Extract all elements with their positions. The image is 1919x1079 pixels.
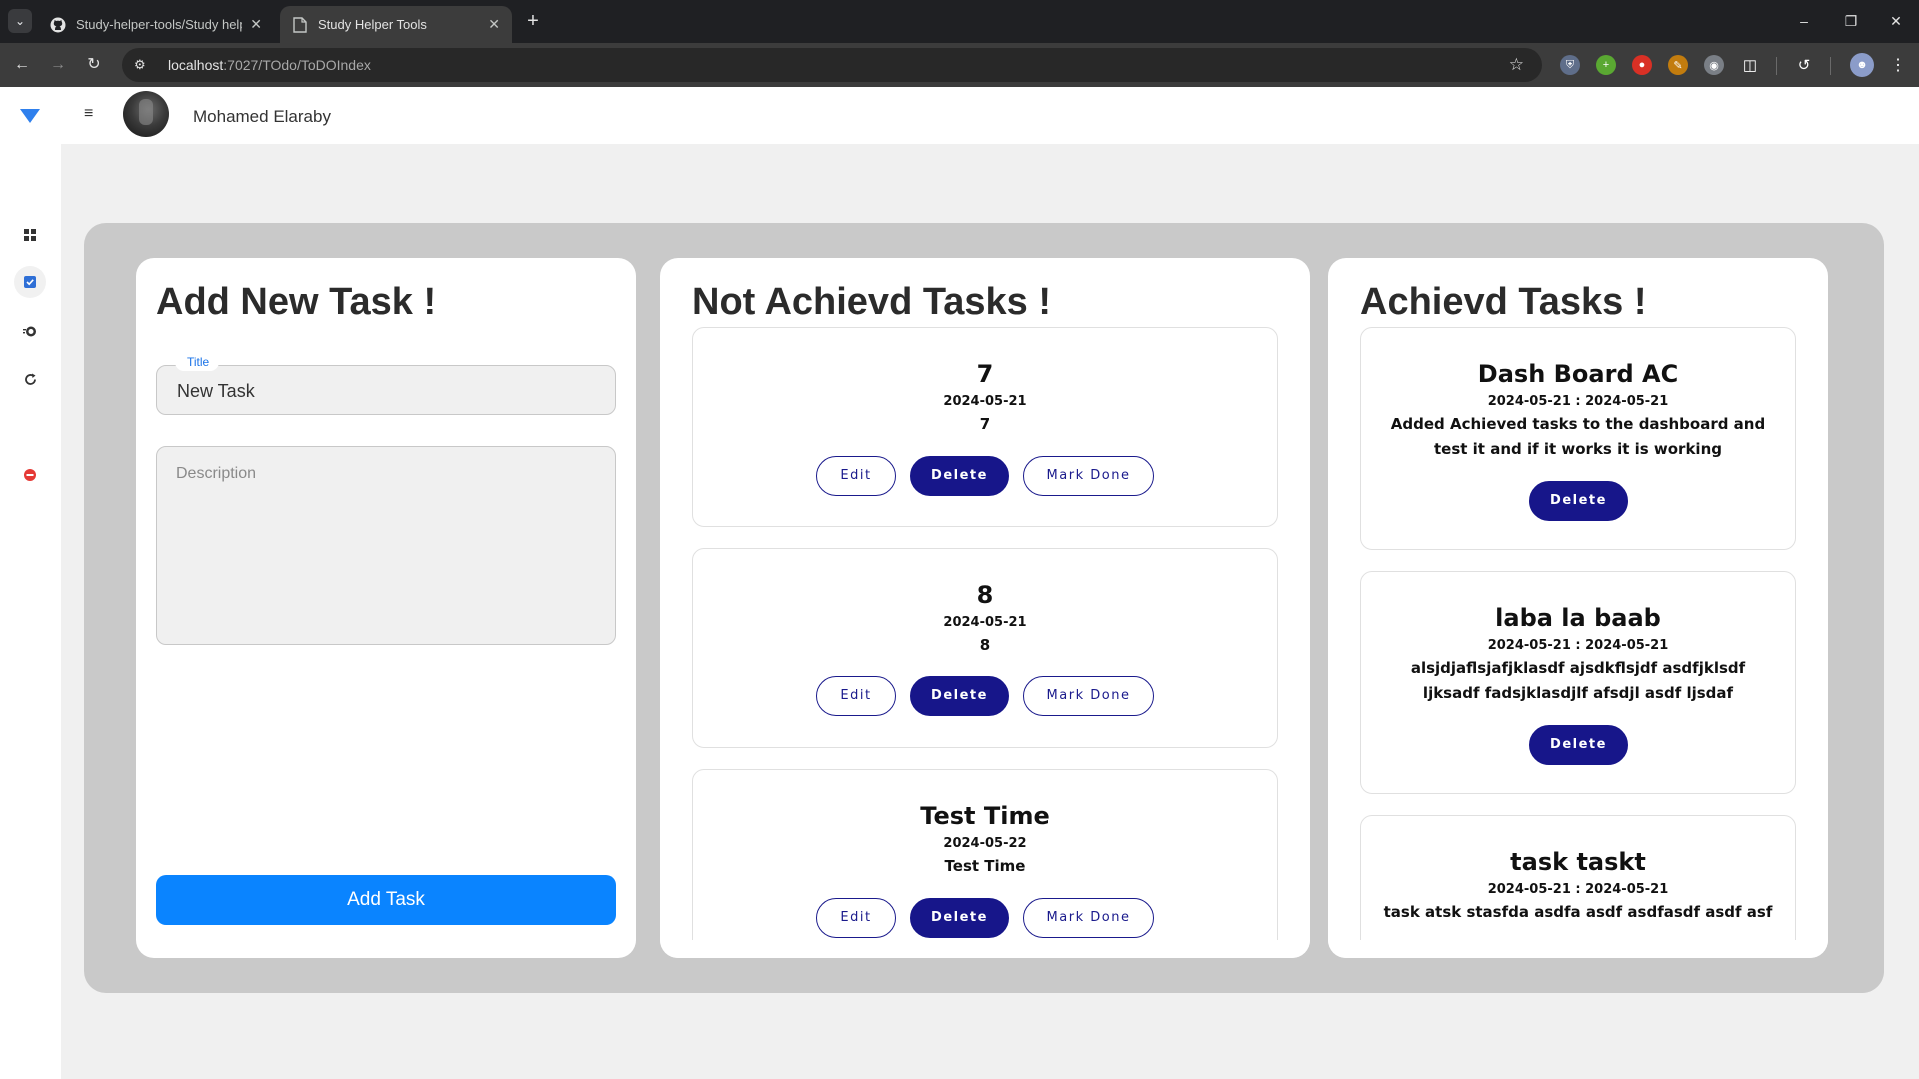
glasses-extension-icon[interactable]: ◉ [1704, 55, 1724, 75]
github-icon [50, 17, 66, 33]
plus-icon: + [527, 10, 539, 32]
delete-button[interactable]: Delete [1529, 481, 1628, 521]
task-title: task taskt [1510, 848, 1646, 876]
delete-button[interactable]: Delete [910, 676, 1009, 716]
task-description: Test Time [944, 857, 1026, 875]
browser-tab-github[interactable]: Study-helper-tools/Study helpe ✕ [38, 6, 274, 43]
task-description: Added Achieved tasks to the dashboard an… [1390, 415, 1766, 458]
task-title: 8 [976, 581, 994, 609]
chevron-down-icon: ⌄ [14, 14, 26, 28]
browser-tab-study-helper[interactable]: Study Helper Tools ✕ [280, 6, 512, 43]
address-bar[interactable]: ⚙ localhost:7027/TOdo/ToDOIndex ☆ [122, 48, 1542, 82]
history-icon[interactable]: ↺ [1794, 55, 1814, 75]
app-logo[interactable] [20, 109, 40, 123]
task-description: task atsk stasfda asdfa asdf asdfasdf as… [1383, 903, 1773, 921]
arrow-right-icon: → [50, 56, 66, 73]
puzzle-extensions-icon[interactable]: ◫ [1740, 55, 1760, 75]
delete-button[interactable]: Delete [910, 898, 1009, 938]
edit-button[interactable]: Edit [816, 456, 896, 496]
delete-button[interactable]: Delete [910, 456, 1009, 496]
task-card: 7 2024-05-21 7 Edit Delete Mark Done [692, 327, 1278, 527]
url-path: :7027/TOdo/ToDOIndex [223, 57, 371, 73]
avatar[interactable] [123, 91, 169, 137]
title-field-value: New Task [177, 381, 255, 401]
tab-search-button[interactable]: ⌄ [8, 9, 32, 33]
restore-icon: ❐ [1844, 13, 1858, 29]
task-date: 2024-05-21 : 2024-05-21 [1487, 394, 1669, 409]
task-title: Dash Board AC [1477, 360, 1679, 388]
task-description: 8 [979, 636, 991, 654]
profile-avatar-icon[interactable]: ☻ [1850, 53, 1874, 77]
task-description: alsjdjaflsjafjklasdf ajsdkflsjdf asdfjkl… [1410, 659, 1746, 702]
close-icon[interactable]: ✕ [488, 16, 500, 33]
back-button[interactable]: ← [9, 52, 35, 78]
add-task-title: Add New Task ! [156, 281, 437, 323]
minimize-button[interactable]: – [1784, 8, 1824, 34]
menu-toggle-icon[interactable]: ≡ [84, 106, 100, 122]
edit-button[interactable]: Edit [816, 676, 896, 716]
more-menu-icon[interactable]: ⋮ [1888, 55, 1908, 75]
task-title: 7 [976, 360, 994, 388]
plus-extension-icon[interactable]: + [1596, 55, 1616, 75]
stop-icon[interactable] [18, 463, 42, 487]
delete-button[interactable]: Delete [1529, 725, 1628, 765]
achieved-task-card: Dash Board AC 2024-05-21 : 2024-05-21 Ad… [1360, 327, 1796, 550]
browser-toolbar: ← → ↻ ⚙ localhost:7027/TOdo/ToDOIndex ☆ … [0, 43, 1919, 87]
reload-icon: ↻ [87, 56, 101, 73]
task-title: Test Time [920, 802, 1050, 830]
close-icon[interactable]: ✕ [250, 16, 262, 33]
title-field[interactable]: Title New Task [156, 353, 616, 415]
tab-title: Study-helper-tools/Study helpe [76, 17, 243, 32]
task-card: 8 2024-05-21 8 Edit Delete Mark Done [692, 548, 1278, 748]
forward-button[interactable]: → [45, 52, 71, 78]
not-achieved-title: Not Achievd Tasks ! [692, 281, 1051, 323]
task-date: 2024-05-21 [943, 615, 1027, 630]
mark-done-button[interactable]: Mark Done [1023, 898, 1154, 938]
user-name: Mohamed Elaraby [193, 107, 331, 126]
bookmark-star-icon[interactable]: ☆ [1509, 55, 1524, 75]
pencil-extension-icon[interactable]: ✎ [1668, 55, 1688, 75]
close-window-button[interactable]: ✕ [1876, 8, 1916, 34]
refresh-icon[interactable] [18, 367, 42, 391]
description-placeholder: Description [176, 465, 257, 482]
close-icon: ✕ [1890, 13, 1902, 29]
url-host: localhost [168, 57, 224, 73]
add-task-button[interactable]: Add Task [156, 875, 616, 925]
achieved-title: Achievd Tasks ! [1360, 281, 1647, 323]
red-extension-icon[interactable]: ● [1632, 55, 1652, 75]
reload-button[interactable]: ↻ [81, 52, 107, 78]
grid-icon[interactable] [18, 223, 42, 247]
restore-button[interactable]: ❐ [1831, 8, 1871, 34]
tab-title: Study Helper Tools [318, 17, 427, 32]
page-icon [292, 16, 308, 33]
edit-button[interactable]: Edit [816, 898, 896, 938]
task-date: 2024-05-21 [943, 394, 1027, 409]
minimize-icon: – [1800, 13, 1808, 29]
task-date: 2024-05-21 : 2024-05-21 [1487, 638, 1669, 653]
description-field[interactable]: Description [156, 446, 616, 645]
checkbox-icon[interactable] [14, 266, 46, 298]
task-date: 2024-05-22 [943, 836, 1027, 851]
shield-extension-icon[interactable]: ⛨ [1560, 55, 1580, 75]
task-date: 2024-05-21 : 2024-05-21 [1487, 882, 1669, 897]
new-tab-button[interactable]: + [520, 9, 546, 35]
task-title: laba la baab [1495, 604, 1661, 632]
site-info-icon[interactable]: ⚙ [134, 57, 156, 73]
task-description: 7 [979, 415, 991, 433]
arrow-left-icon: ← [14, 56, 30, 73]
mark-done-button[interactable]: Mark Done [1023, 456, 1154, 496]
achieved-task-card: laba la baab 2024-05-21 : 2024-05-21 als… [1360, 571, 1796, 794]
mark-done-button[interactable]: Mark Done [1023, 676, 1154, 716]
timer-icon[interactable] [18, 319, 42, 343]
task-card: Test Time 2024-05-22 Test Time Edit Dele… [692, 769, 1278, 969]
browser-tab-bar: ⌄ Study-helper-tools/Study helpe ✕ Study… [0, 0, 1919, 43]
title-field-label: Title [175, 353, 220, 371]
